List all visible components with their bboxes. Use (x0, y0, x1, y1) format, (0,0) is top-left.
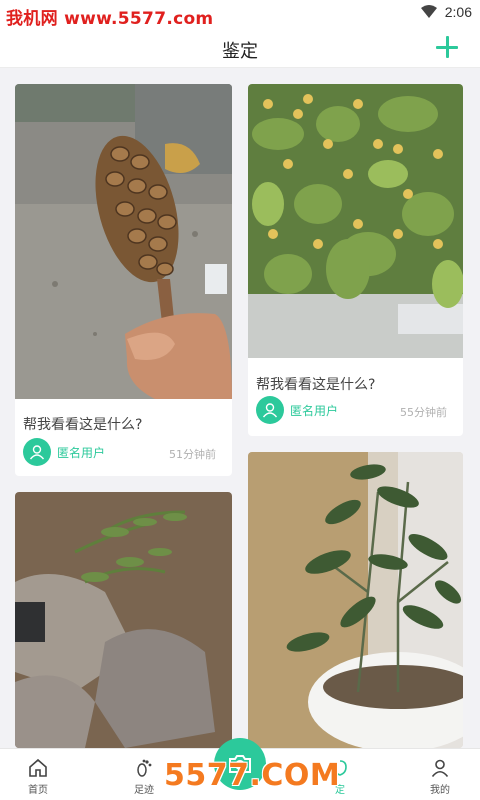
tab-me[interactable]: 我的 (392, 749, 480, 800)
post-question: 帮我看看这是什么? (23, 417, 143, 433)
user-silhouette-icon (29, 445, 45, 460)
post-card[interactable] (15, 492, 232, 748)
post-card[interactable]: 帮我看看这是什么? 匿名用户 51分钟前 (15, 84, 232, 476)
home-icon (29, 758, 47, 777)
post-time: 51分钟前 (169, 448, 216, 461)
site-watermark-bottom: 5577.COM (164, 758, 341, 793)
post-card[interactable] (248, 452, 463, 748)
status-bar: 我机网 www.5577.com 2:06 (0, 0, 480, 29)
post-photo (15, 492, 232, 748)
post-photo (248, 84, 463, 358)
user-icon (431, 759, 449, 778)
avatar (256, 396, 284, 424)
plus-icon[interactable] (434, 34, 460, 60)
footprint-icon (137, 759, 152, 777)
post-photo (15, 84, 232, 399)
page-title: 鉴定 (222, 41, 258, 62)
site-watermark: 我机网 www.5577.com (6, 9, 214, 29)
tab-home[interactable]: 首页 (0, 749, 86, 800)
tab-me-label: 我的 (430, 785, 450, 796)
app-header: 鉴定 (0, 28, 480, 68)
user-name: 匿名用户 (290, 403, 339, 418)
post-author[interactable]: 匿名用户 (23, 438, 105, 466)
post-card[interactable]: 帮我看看这是什么? 匿名用户 55分钟前 (248, 84, 463, 436)
avatar (23, 438, 51, 466)
wifi-icon (420, 5, 437, 18)
post-time: 55分钟前 (400, 406, 447, 419)
user-name: 匿名用户 (57, 445, 106, 460)
user-silhouette-icon (262, 403, 278, 418)
clock: 2:06 (444, 4, 472, 20)
post-author[interactable]: 匿名用户 (256, 396, 338, 424)
post-photo (248, 452, 463, 748)
tab-footprint-label: 足迹 (134, 785, 154, 796)
post-question: 帮我看看这是什么? (256, 377, 376, 393)
tab-home-label: 首页 (28, 785, 48, 796)
